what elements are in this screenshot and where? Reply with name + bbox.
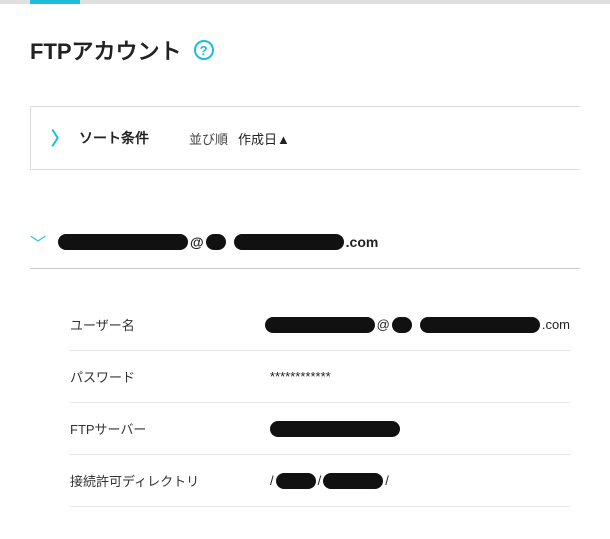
field-value xyxy=(270,421,570,437)
dir-slash: / xyxy=(270,473,274,488)
account-details: ユーザー名 @ .com パスワード ************ FTPサーバー xyxy=(30,299,580,507)
dir-slash: / xyxy=(318,473,322,488)
field-username: ユーザー名 @ .com xyxy=(70,299,570,351)
username-suffix: .com xyxy=(542,317,570,332)
field-server: FTPサーバー xyxy=(70,403,570,455)
top-accent-bar xyxy=(0,0,610,4)
sort-value[interactable]: 作成日▲ xyxy=(238,129,290,148)
redacted-text xyxy=(206,234,226,250)
field-label: FTPサーバー xyxy=(70,419,270,438)
field-value: @ .com xyxy=(265,317,570,333)
account-suffix: .com xyxy=(346,234,379,250)
field-label: パスワード xyxy=(70,367,270,386)
account-header[interactable]: ﹀ @ .com xyxy=(30,230,580,269)
field-directory: 接続許可ディレクトリ / / / xyxy=(70,455,570,507)
account-name: @ .com xyxy=(58,234,378,250)
redacted-text xyxy=(323,473,383,489)
sort-conditions-box[interactable]: 〉 ソート条件 並び順 作成日▲ xyxy=(30,106,580,170)
redacted-text xyxy=(270,421,400,437)
field-label: ユーザー名 xyxy=(70,315,265,334)
sort-label: ソート条件 xyxy=(79,128,149,148)
redacted-text xyxy=(420,317,540,333)
chevron-down-icon: ﹀ xyxy=(30,230,46,254)
redacted-text xyxy=(58,234,188,250)
page-title-row: FTPアカウント ? xyxy=(30,34,580,66)
account-at: @ xyxy=(190,234,204,250)
dir-slash: / xyxy=(385,473,389,488)
sort-order-label: 並び順 xyxy=(189,129,228,148)
field-label: 接続許可ディレクトリ xyxy=(70,471,270,490)
field-value: / / / xyxy=(270,473,570,489)
chevron-right-icon: 〉 xyxy=(51,125,69,151)
username-at: @ xyxy=(377,317,390,332)
redacted-text xyxy=(276,473,316,489)
ftp-account-block: ﹀ @ .com ユーザー名 @ .com パ xyxy=(30,230,580,507)
help-icon[interactable]: ? xyxy=(194,40,214,60)
redacted-text xyxy=(234,234,344,250)
page-title: FTPアカウント xyxy=(30,34,182,66)
redacted-text xyxy=(392,317,412,333)
field-password: パスワード ************ xyxy=(70,351,570,403)
field-value: ************ xyxy=(270,369,570,384)
redacted-text xyxy=(265,317,375,333)
